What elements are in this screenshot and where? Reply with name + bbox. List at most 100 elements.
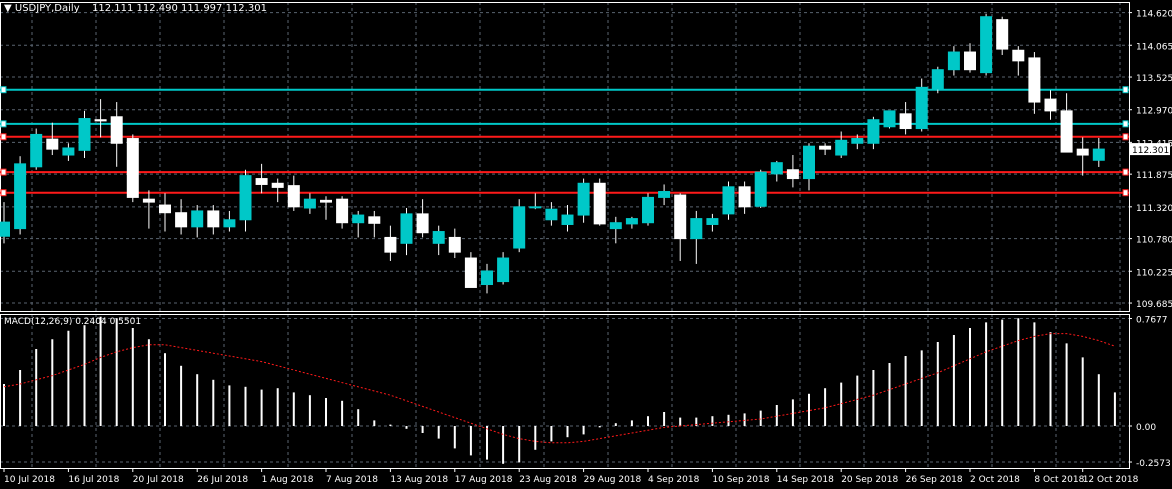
time-tick-label: 17 Aug 2018 xyxy=(455,475,513,485)
candle-body xyxy=(255,178,268,185)
candle-body xyxy=(786,169,799,180)
time-axis: 10 Jul 2018 16 Jul 2018 20 Jul 2018 26 Jul … xyxy=(3,468,1139,485)
candle-body xyxy=(819,145,832,150)
time-tick-label: 16 Jul 2018 xyxy=(68,475,119,485)
candle-body xyxy=(320,199,332,203)
level-handle-left xyxy=(0,168,7,176)
level-handle-left xyxy=(0,133,7,141)
candle-body xyxy=(835,139,848,156)
time-tick-label: 13 Aug 2018 xyxy=(390,475,448,485)
candle-body xyxy=(223,219,236,228)
time-tick-label: 23 Aug 2018 xyxy=(519,475,577,485)
candlestick-series[interactable] xyxy=(0,13,1105,294)
candle-body xyxy=(481,270,493,286)
candle-body xyxy=(416,213,429,234)
candle-body xyxy=(931,69,944,90)
price-tick-label: 112.970 xyxy=(1136,107,1172,117)
candle-body xyxy=(336,198,349,224)
candle-body xyxy=(529,206,542,209)
candle-body xyxy=(239,175,252,221)
macd-header: MACD(12,26,9) 0.2404 0.5501 xyxy=(4,317,141,327)
candle-body xyxy=(62,147,75,156)
candle-body xyxy=(78,118,91,151)
candle-body xyxy=(159,204,171,214)
candle-body xyxy=(110,116,123,144)
candle-body xyxy=(1012,49,1025,62)
time-tick-label: 12 Oct 2018 xyxy=(1083,475,1139,485)
candle-body xyxy=(191,210,204,228)
time-tick-label: 20 Sep 2018 xyxy=(841,475,898,485)
time-tick-label: 26 Sep 2018 xyxy=(906,475,963,485)
panel-frames xyxy=(0,2,1130,469)
candle-body xyxy=(1060,110,1073,153)
macd-label: MACD(12,26,9) 0.2404 0.5501 xyxy=(4,317,142,327)
level-handle-right xyxy=(1122,189,1129,197)
candle-body xyxy=(947,51,960,71)
candle-body xyxy=(561,214,574,225)
price-tick-label: 110.225 xyxy=(1136,268,1172,278)
candle-body xyxy=(609,222,622,230)
macd-panel-frame xyxy=(0,314,1130,469)
macd-tick-label: 0.00 xyxy=(1136,423,1156,433)
time-tick-label: 10 Sep 2018 xyxy=(712,475,769,485)
candle-body xyxy=(770,162,783,175)
time-tick-label: 20 Jul 2018 xyxy=(133,475,184,485)
current-price-badge: 112.301 xyxy=(1130,143,1170,156)
macd-axis: 0.7677 0.00 -0.2573 xyxy=(1129,316,1171,469)
time-tick-label: 1 Aug 2018 xyxy=(262,475,314,485)
candle-body xyxy=(1076,148,1089,156)
candle-body xyxy=(94,119,107,122)
level-handle-right xyxy=(1122,133,1129,141)
candle-body xyxy=(207,210,220,228)
macd-histogram xyxy=(3,316,1116,464)
candle-body xyxy=(384,236,397,253)
candle-body xyxy=(915,86,928,130)
level-handle-left xyxy=(0,189,7,197)
candle-body xyxy=(0,221,10,237)
level-handle-right xyxy=(1122,168,1129,176)
candle-body xyxy=(1028,57,1041,103)
candle-body xyxy=(690,218,703,240)
candle-body xyxy=(497,257,510,283)
price-tick-label: 111.320 xyxy=(1136,204,1172,214)
candle-body xyxy=(722,186,735,215)
price-axis: 114.620114.065113.525112.970112.415111.8… xyxy=(1129,10,1172,310)
price-tick-label: 114.065 xyxy=(1136,42,1172,52)
symbol-label: USDJPY,Daily xyxy=(14,3,80,14)
price-tick-label: 110.780 xyxy=(1136,236,1172,246)
time-tick-label: 4 Sep 2018 xyxy=(648,475,700,485)
time-tick-label: 29 Aug 2018 xyxy=(584,475,642,485)
candle-body xyxy=(706,218,719,225)
grid-lines xyxy=(0,2,1129,468)
level-handle-left xyxy=(0,86,7,94)
price-badge-label: 112.301 xyxy=(1132,146,1169,156)
candle-body xyxy=(851,138,864,144)
candle-body xyxy=(126,138,139,198)
candle-body xyxy=(432,231,445,244)
dropdown-triangle-icon[interactable]: ▼ xyxy=(4,3,12,14)
candle-body xyxy=(271,182,284,188)
candle-body xyxy=(593,182,606,225)
price-tick-label: 113.525 xyxy=(1136,74,1172,84)
candle-body xyxy=(46,138,59,150)
chart-window[interactable]: 114.620114.065113.525112.970112.415111.8… xyxy=(0,0,1172,489)
time-tick-label: 10 Jul 2018 xyxy=(4,475,55,485)
chart-header: ▼ USDJPY,Daily 112.111 112.490 111.997 1… xyxy=(4,3,267,14)
time-tick-label: 2 Oct 2018 xyxy=(970,475,1020,485)
candle-body xyxy=(287,185,300,208)
horizontal-levels[interactable] xyxy=(0,86,1129,197)
candle-body xyxy=(642,196,654,224)
candle-body xyxy=(448,236,461,253)
price-panel-frame xyxy=(0,2,1130,312)
time-tick-label: 26 Jul 2018 xyxy=(197,475,248,485)
ohlc-values: 112.111 112.490 111.997 112.301 xyxy=(91,3,267,14)
candle-body xyxy=(303,198,316,209)
price-tick-label: 111.875 xyxy=(1136,171,1172,181)
time-tick-label: 7 Aug 2018 xyxy=(326,475,378,485)
candle-body xyxy=(867,119,880,144)
candle-body xyxy=(899,113,912,130)
candle-body xyxy=(625,218,638,225)
chart-canvas[interactable]: 114.620114.065113.525112.970112.415111.8… xyxy=(0,0,1172,489)
level-handle-right xyxy=(1122,120,1129,128)
candle-body xyxy=(400,213,413,244)
